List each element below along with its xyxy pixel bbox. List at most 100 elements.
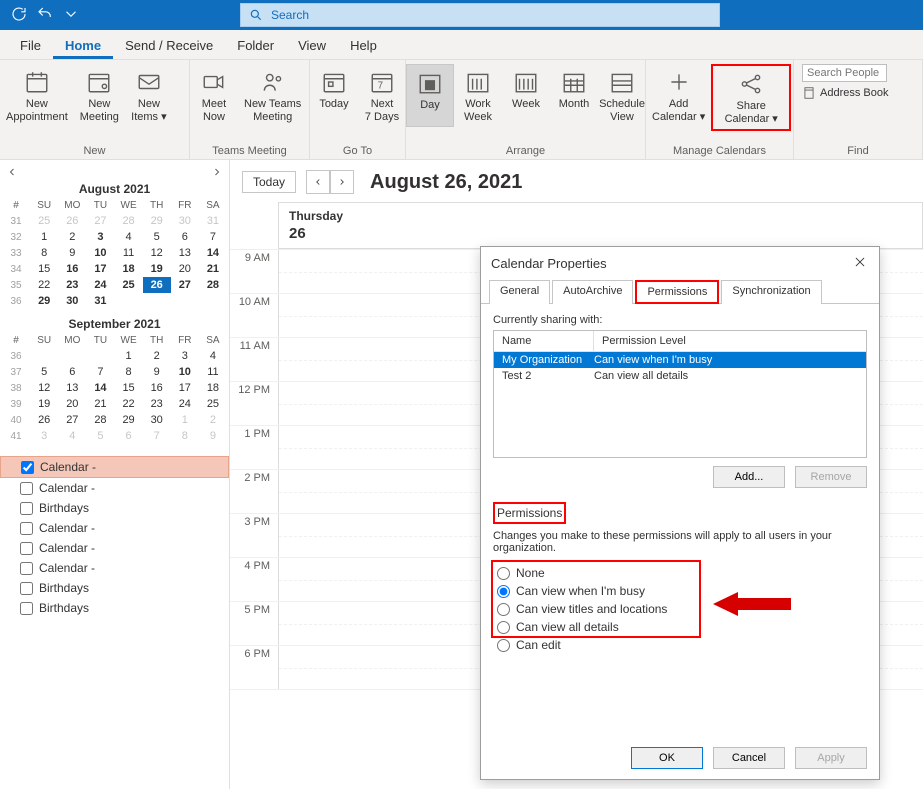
next-month-icon[interactable] xyxy=(211,166,223,178)
plus-icon xyxy=(663,68,695,96)
calendar-list-item[interactable]: Birthdays xyxy=(0,598,229,618)
dialog-close-button[interactable] xyxy=(853,255,869,271)
calendar-list-item[interactable]: Calendar - xyxy=(0,518,229,538)
next-7-days-button[interactable]: 7 Next 7 Days xyxy=(358,64,406,127)
group-teams-label: Teams Meeting xyxy=(190,143,309,159)
menu-bar: File Home Send / Receive Folder View Hel… xyxy=(0,30,923,60)
calendar-list-item[interactable]: Calendar - xyxy=(0,456,229,478)
calendar-icon xyxy=(21,68,53,96)
calendar-list-item[interactable]: Birthdays xyxy=(0,578,229,598)
work-week-button[interactable]: Work Week xyxy=(454,64,502,127)
undo-icon[interactable] xyxy=(36,5,54,26)
mini-calendar-august[interactable]: August 2021#SUMOTUWETHFRSA31252627282930… xyxy=(0,180,229,315)
add-button[interactable]: Add... xyxy=(713,466,785,488)
calendar-properties-dialog: Calendar Properties General AutoArchive … xyxy=(480,246,880,780)
today-button[interactable]: Today xyxy=(310,64,358,127)
mail-icon xyxy=(133,68,165,96)
new-items-button[interactable]: New Items ▾ xyxy=(125,64,173,127)
group-goto-label: Go To xyxy=(310,143,405,159)
week-icon xyxy=(510,68,542,96)
next-day-button[interactable] xyxy=(330,170,354,194)
calendar-list-item[interactable]: Calendar - xyxy=(0,558,229,578)
global-search[interactable]: Search xyxy=(240,3,720,27)
share-list-row[interactable]: My OrganizationCan view when I'm busy xyxy=(494,352,866,368)
share-calendar-button[interactable]: Share Calendar ▾ xyxy=(711,64,791,131)
tab-home[interactable]: Home xyxy=(53,32,113,59)
perm-option-none[interactable]: None xyxy=(493,564,867,582)
new-teams-meeting-button[interactable]: New Teams Meeting xyxy=(238,64,307,127)
svg-text:7: 7 xyxy=(378,81,383,92)
day-view-button[interactable]: Day xyxy=(406,64,454,127)
meet-now-button[interactable]: Meet Now xyxy=(190,64,238,127)
week-button[interactable]: Week xyxy=(502,64,550,127)
calendar-people-icon xyxy=(83,68,115,96)
calendar-list-item[interactable]: Calendar - xyxy=(0,478,229,498)
video-icon xyxy=(198,68,230,96)
day-icon xyxy=(414,69,446,97)
group-arrange-label: Arrange xyxy=(406,143,645,159)
schedule-icon xyxy=(606,68,638,96)
tab-sendreceive[interactable]: Send / Receive xyxy=(113,32,225,59)
cancel-button[interactable]: Cancel xyxy=(713,747,785,769)
mini-calendar-september[interactable]: September 2021#SUMOTUWETHFRSA36123437567… xyxy=(0,315,229,450)
perm-option-titles[interactable]: Can view titles and locations xyxy=(493,600,867,618)
teams-icon xyxy=(257,68,289,96)
ribbon: New Appointment New Meeting New Items ▾ … xyxy=(0,60,923,160)
day-name: Thursday xyxy=(279,203,922,225)
today-nav-button[interactable]: Today xyxy=(242,171,296,193)
prev-day-button[interactable] xyxy=(306,170,330,194)
tab-view[interactable]: View xyxy=(286,32,338,59)
ok-button[interactable]: OK xyxy=(631,747,703,769)
workweek-icon xyxy=(462,68,494,96)
tab-help[interactable]: Help xyxy=(338,32,389,59)
apply-button: Apply xyxy=(795,747,867,769)
permissions-note: Changes you make to these permissions wi… xyxy=(493,530,867,554)
group-find-label: Find xyxy=(794,143,922,159)
add-calendar-button[interactable]: Add Calendar ▾ xyxy=(646,64,711,131)
share-list-row[interactable]: Test 2Can view all details xyxy=(494,368,866,384)
group-manage-label: Manage Calendars xyxy=(646,143,793,159)
calendar-7-icon: 7 xyxy=(366,68,398,96)
left-calendar-pane: August 2021#SUMOTUWETHFRSA31252627282930… xyxy=(0,160,230,789)
schedule-view-button[interactable]: Schedule View xyxy=(598,64,646,127)
search-people-input[interactable] xyxy=(802,64,887,82)
share-icon xyxy=(735,70,767,98)
month-icon xyxy=(558,68,590,96)
book-icon xyxy=(802,86,816,100)
calendar-list: Calendar - Calendar - Birthdays Calendar… xyxy=(0,456,229,618)
dropdown-icon[interactable] xyxy=(62,5,80,26)
remove-button: Remove xyxy=(795,466,867,488)
calendar-list-item[interactable]: Birthdays xyxy=(0,498,229,518)
group-new-label: New xyxy=(0,143,189,159)
dialog-tab-sync[interactable]: Synchronization xyxy=(721,280,821,304)
search-placeholder: Search xyxy=(271,8,309,22)
tab-folder[interactable]: Folder xyxy=(225,32,286,59)
dialog-title: Calendar Properties xyxy=(491,256,607,271)
perm-option-busy[interactable]: Can view when I'm busy xyxy=(493,582,867,600)
perm-option-edit[interactable]: Can edit xyxy=(493,636,867,654)
search-icon xyxy=(249,8,263,22)
dialog-tab-permissions[interactable]: Permissions xyxy=(635,280,719,304)
address-book-button[interactable]: Address Book xyxy=(802,86,888,100)
new-appointment-button[interactable]: New Appointment xyxy=(0,64,74,127)
calendar-list-item[interactable]: Calendar - xyxy=(0,538,229,558)
permissions-section-label: Permissions xyxy=(493,502,566,524)
sharing-with-label: Currently sharing with: xyxy=(493,314,867,326)
perm-option-details[interactable]: Can view all details xyxy=(493,618,867,636)
sync-icon[interactable] xyxy=(10,5,28,26)
dialog-tab-autoarchive[interactable]: AutoArchive xyxy=(552,280,633,304)
new-meeting-button[interactable]: New Meeting xyxy=(74,64,125,127)
day-number: 26 xyxy=(279,225,922,248)
calendar-today-icon xyxy=(318,68,350,96)
month-button[interactable]: Month xyxy=(550,64,598,127)
date-heading: August 26, 2021 xyxy=(370,171,522,194)
share-list[interactable]: Name Permission Level My OrganizationCan… xyxy=(493,330,867,458)
dialog-tab-general[interactable]: General xyxy=(489,280,550,304)
tab-file[interactable]: File xyxy=(8,32,53,59)
title-bar: Search xyxy=(0,0,923,30)
prev-month-icon[interactable] xyxy=(6,166,18,178)
annotation-arrow xyxy=(713,584,793,627)
col-name: Name xyxy=(494,331,594,351)
col-permission: Permission Level xyxy=(594,331,694,351)
day-column-header: Thursday 26 xyxy=(278,202,923,249)
